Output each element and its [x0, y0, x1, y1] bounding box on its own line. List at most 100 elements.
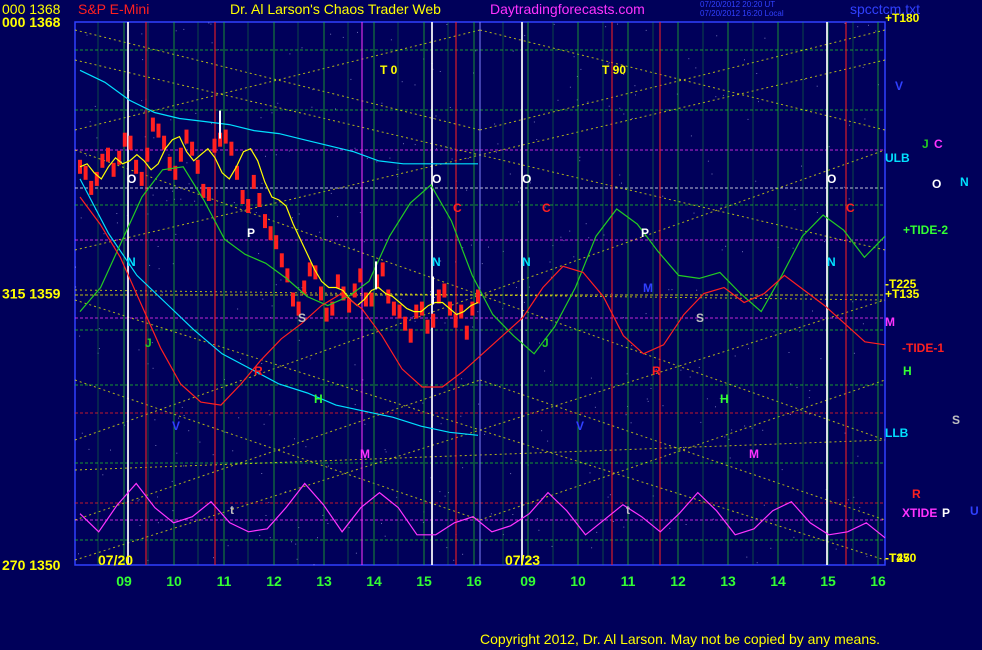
star-dot	[470, 244, 472, 246]
star-dot	[609, 494, 611, 496]
star-dot	[161, 291, 163, 293]
chaos-chart: 000 1368315 1359270 135009 10 11 12 13 14 15 16…	[2, 11, 979, 589]
price-candle	[184, 129, 189, 144]
star-dot	[809, 390, 811, 392]
price-candle	[279, 253, 284, 268]
star-dot	[363, 241, 365, 243]
star-dot	[170, 119, 172, 121]
price-candle	[89, 180, 94, 195]
star-dot	[98, 291, 100, 293]
star-dot	[801, 165, 802, 167]
star-dot	[744, 425, 746, 427]
star-dot	[155, 445, 157, 446]
star-dot	[138, 499, 140, 501]
star-dot	[721, 249, 723, 251]
star-dot	[137, 500, 139, 502]
x-axis-tick-label: 12	[266, 573, 282, 589]
star-dot	[224, 431, 226, 433]
star-dot	[756, 73, 758, 74]
price-candle	[190, 141, 195, 156]
copyright-notice: Copyright 2012, Dr. Al Larson. May not b…	[480, 631, 881, 647]
star-dot	[183, 415, 185, 417]
star-dot	[110, 449, 111, 451]
star-dot	[518, 201, 520, 203]
star-dot	[305, 446, 307, 448]
star-dot	[183, 28, 185, 30]
star-dot	[151, 342, 153, 344]
star-dot	[580, 68, 582, 70]
star-dot	[650, 387, 652, 389]
star-dot	[171, 480, 173, 482]
star-dot	[143, 110, 145, 112]
cycle-diagonal-line	[74, 29, 481, 131]
star-dot	[317, 537, 318, 539]
star-dot	[294, 438, 295, 440]
event-letter-label: S	[696, 311, 704, 325]
star-dot	[96, 137, 98, 139]
site-link[interactable]: Daytradingforecasts.com	[490, 1, 645, 17]
star-dot	[612, 521, 614, 522]
x-axis-tick-label: 11	[621, 573, 636, 589]
star-dot	[199, 441, 201, 443]
star-dot	[354, 364, 356, 366]
star-dot	[275, 284, 277, 286]
x-axis-tick-label: 15	[416, 573, 432, 589]
star-dot	[210, 123, 212, 125]
x-axis-tick-label: 14	[366, 573, 382, 589]
y-axis-label: 315 1359	[2, 286, 61, 302]
price-candle	[319, 286, 323, 301]
star-dot	[631, 118, 633, 119]
star-dot	[715, 96, 717, 98]
y-axis-label: 270 1350	[2, 557, 61, 573]
star-dot	[683, 446, 684, 448]
star-dot	[384, 535, 386, 537]
star-dot	[116, 222, 118, 224]
star-dot	[337, 216, 339, 218]
star-dot	[461, 378, 463, 380]
event-letter-label: R	[254, 364, 263, 378]
star-dot	[288, 150, 290, 152]
star-dot	[685, 524, 687, 525]
star-dot	[195, 112, 197, 114]
t-marker-label: T 90	[602, 63, 626, 77]
star-dot	[172, 510, 174, 512]
star-dot	[734, 355, 736, 357]
star-dot	[78, 553, 79, 555]
star-dot	[422, 402, 424, 404]
x-axis-tick-label: 10	[570, 573, 586, 589]
star-dot	[172, 190, 174, 192]
star-dot	[569, 86, 571, 88]
event-letter-label: M	[749, 447, 759, 461]
star-dot	[608, 105, 610, 107]
star-dot	[472, 326, 474, 328]
star-dot	[497, 143, 499, 145]
star-dot	[319, 231, 321, 233]
star-dot	[824, 241, 826, 243]
star-dot	[789, 414, 791, 415]
price-candle	[464, 325, 469, 340]
star-dot	[444, 495, 446, 497]
tide-1-line	[79, 196, 886, 406]
star-dot	[746, 556, 748, 558]
star-dot	[715, 406, 716, 408]
price-candle	[145, 147, 150, 162]
star-dot	[523, 301, 525, 303]
star-dot	[354, 147, 356, 149]
star-dot	[857, 455, 859, 457]
star-dot	[700, 421, 702, 423]
star-dot	[381, 102, 383, 104]
price-candle	[263, 214, 267, 229]
price-candle	[206, 187, 211, 201]
star-dot	[260, 117, 262, 119]
x-axis-tick-label: 16	[466, 573, 482, 589]
price-candle	[229, 141, 234, 156]
star-dot	[573, 56, 575, 58]
star-dot	[544, 370, 546, 372]
star-dot	[585, 223, 587, 225]
star-dot	[619, 174, 621, 176]
event-letter-label: t	[230, 503, 234, 517]
star-dot	[668, 109, 670, 110]
event-letter-label: N	[432, 255, 441, 269]
star-dot	[309, 358, 311, 360]
star-dot	[152, 194, 154, 196]
